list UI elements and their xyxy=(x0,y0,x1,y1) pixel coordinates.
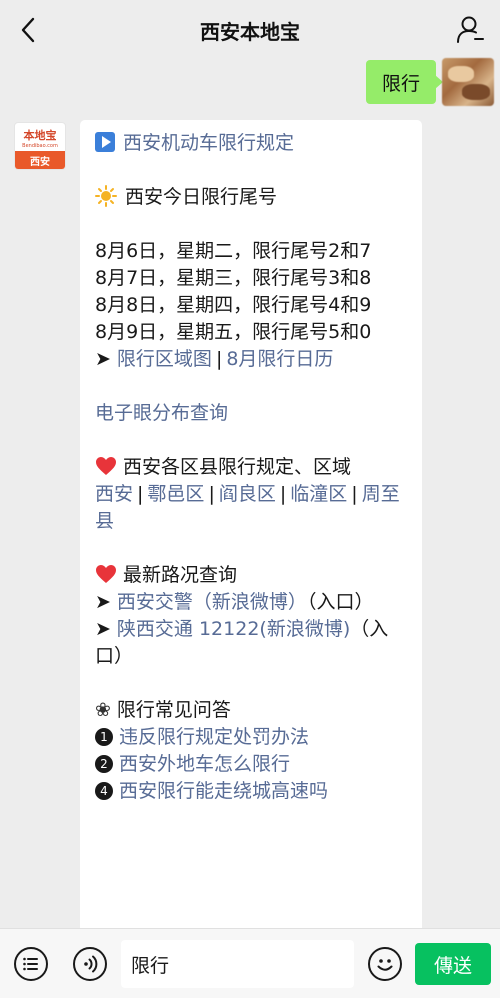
district-link[interactable]: 临潼区 xyxy=(290,483,347,505)
district-link[interactable]: 西安 xyxy=(95,483,133,505)
faq-item: 4 西安限行能走绕城高速吗 xyxy=(95,778,408,805)
person-icon[interactable] xyxy=(456,14,486,46)
rules-line: 西安机动车限行规定 xyxy=(95,130,408,157)
separator: | xyxy=(215,348,223,370)
camera-link[interactable]: 电子眼分布查询 xyxy=(95,402,228,424)
faq-link[interactable]: 西安限行能走绕城高速吗 xyxy=(119,780,328,802)
voice-icon[interactable] xyxy=(73,947,107,981)
district-title: 西安各区县限行规定、区域 xyxy=(123,456,352,478)
traffic-item: ➤ 西安交警（新浪微博）（入口） xyxy=(95,589,408,616)
district-link[interactable]: 阎良区 xyxy=(219,483,276,505)
district-link[interactable]: 鄠邑区 xyxy=(147,483,204,505)
separator: | xyxy=(137,483,144,505)
schedule-line: 8月8日，星期四，限行尾号4和9 xyxy=(95,294,372,316)
heart-icon xyxy=(96,565,116,583)
traffic-title-line: 最新路况查询 xyxy=(95,562,408,589)
district-links-line: 西安 | 鄠邑区 | 阎良区 | 临潼区 | 周至县 xyxy=(95,481,408,535)
today-title-line: 西安今日限行尾号 xyxy=(95,184,408,211)
arrow-icon: ➤ xyxy=(95,348,111,370)
separator: | xyxy=(279,483,287,505)
chat-header: 西安本地宝 xyxy=(0,0,500,60)
input-bar: 傳送 xyxy=(0,928,500,998)
traffic-link[interactable]: 西安交警（新浪微博） xyxy=(117,591,307,613)
calendar-link[interactable]: 8月限行日历 xyxy=(226,348,333,370)
separator: | xyxy=(208,483,215,505)
entry-label: （入口） xyxy=(306,591,374,613)
number-badge: 4 xyxy=(95,782,113,800)
traffic-link[interactable]: 陕西交通 12122(新浪微博) xyxy=(117,618,350,640)
camera-line: 电子眼分布查询 xyxy=(95,400,408,427)
schedule-line: 8月9日，星期五，限行尾号5和0 xyxy=(95,321,372,343)
faq-item: 1 违反限行规定处罚办法 xyxy=(95,724,408,751)
flower-icon: ❀ xyxy=(95,699,111,721)
number-badge: 2 xyxy=(95,755,113,773)
avatar-logo-url: Bendibao.com xyxy=(22,143,58,149)
traffic-item: ➤ 陕西交通 12122(新浪微博)（入口） xyxy=(95,616,408,670)
arrow-icon: ➤ xyxy=(95,591,111,613)
bot-reply-bubble: 西安机动车限行规定 西安今日限行尾号 8月6日，星期二，限行尾号2和7 8月7日… xyxy=(80,120,422,940)
arrow-icon: ➤ xyxy=(95,618,111,640)
menu-icon[interactable] xyxy=(14,947,48,981)
send-button[interactable]: 傳送 xyxy=(415,943,491,985)
faq-title: 限行常见问答 xyxy=(116,699,231,721)
chat-title: 西安本地宝 xyxy=(200,19,300,44)
today-title: 西安今日限行尾号 xyxy=(125,186,278,208)
heart-icon xyxy=(96,457,116,475)
number-badge: 1 xyxy=(95,728,113,746)
bot-avatar[interactable]: 本地宝 Bendibao.com 西安 xyxy=(14,122,66,170)
user-avatar[interactable] xyxy=(442,58,494,106)
sun-icon xyxy=(95,185,117,207)
zone-map-link[interactable]: 限行区域图 xyxy=(117,348,212,370)
avatar-logo-text: 本地宝 xyxy=(23,129,57,142)
message-input[interactable] xyxy=(121,940,354,988)
user-message-bubble[interactable]: 限行 xyxy=(365,60,444,104)
zone-links-line: ➤ 限行区域图 | 8月限行日历 xyxy=(95,346,408,373)
play-button-icon xyxy=(95,132,115,152)
schedule-line: 8月6日，星期二，限行尾号2和7 xyxy=(95,240,372,262)
faq-title-line: ❀ 限行常见问答 xyxy=(95,697,408,724)
district-title-line: 西安各区县限行规定、区域 xyxy=(95,454,408,481)
traffic-title: 最新路况查询 xyxy=(123,564,238,586)
user-message-text: 限行 xyxy=(381,72,420,95)
faq-link[interactable]: 违反限行规定处罚办法 xyxy=(119,726,309,748)
separator: | xyxy=(351,483,358,505)
avatar-logo-city: 西安 xyxy=(15,151,65,169)
emoji-icon[interactable] xyxy=(368,947,402,981)
rules-link[interactable]: 西安机动车限行规定 xyxy=(123,132,294,154)
faq-link[interactable]: 西安外地车怎么限行 xyxy=(119,753,290,775)
faq-item: 2 西安外地车怎么限行 xyxy=(95,751,408,778)
chevron-left-icon[interactable] xyxy=(16,14,40,46)
schedule-line: 8月7日，星期三，限行尾号3和8 xyxy=(95,267,372,289)
